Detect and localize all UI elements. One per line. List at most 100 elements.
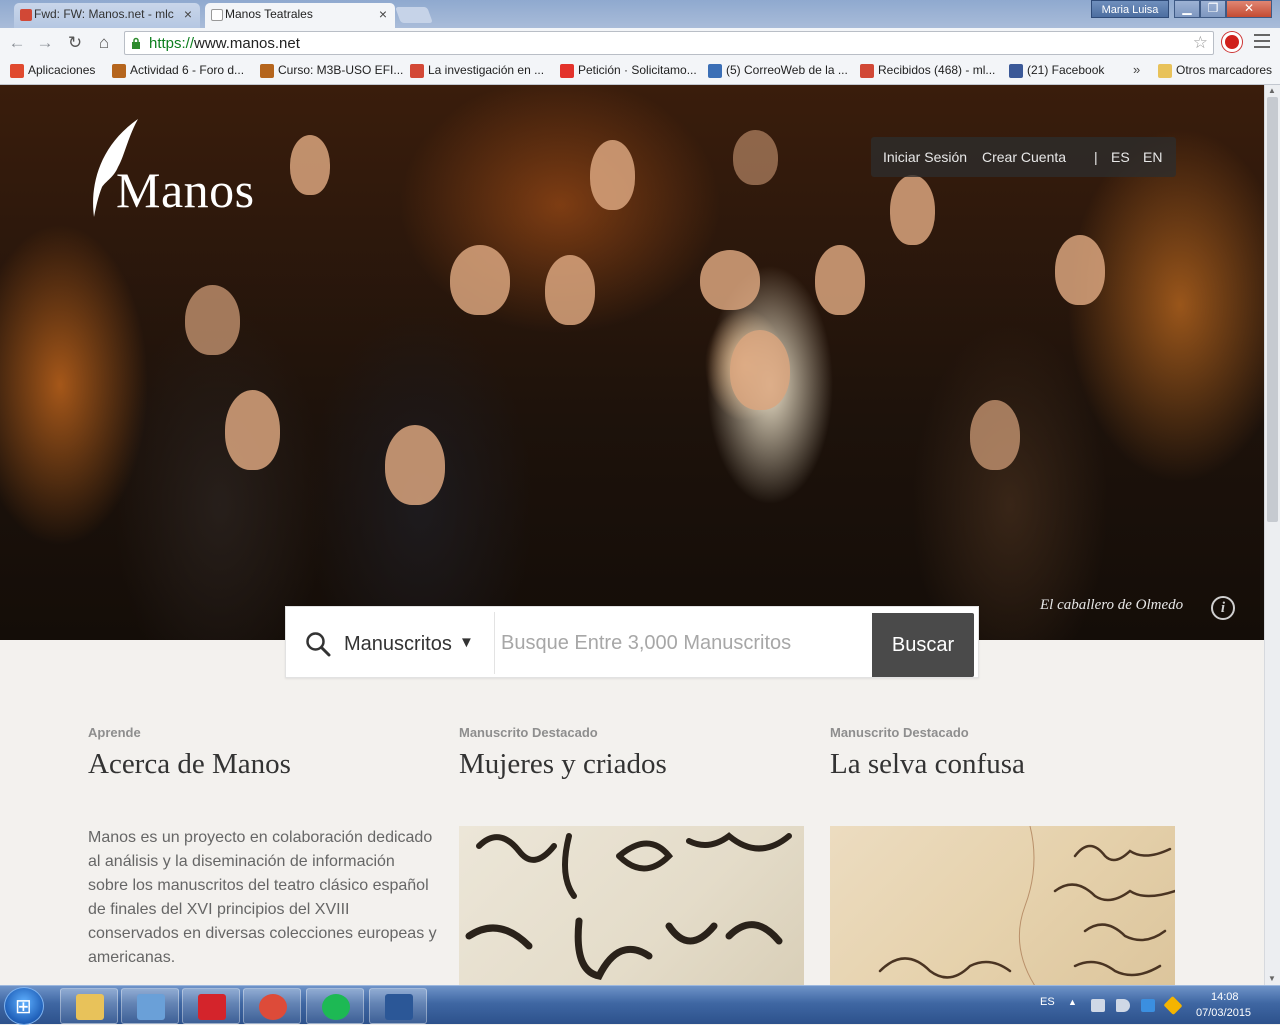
page-scrollbar[interactable]: ▲ ▼ [1264, 85, 1280, 985]
hero-image: Manos Iniciar Sesión Crear Cuenta | ES E… [0, 85, 1264, 640]
lock-icon [132, 37, 140, 49]
minimize-button[interactable]: ▁ [1174, 0, 1200, 18]
taskbar-app[interactable] [121, 988, 179, 1024]
category-label: Manuscritos [344, 633, 452, 655]
taskbar-app[interactable] [182, 988, 240, 1024]
scroll-down-icon[interactable]: ▼ [1268, 974, 1276, 983]
lang-es-link[interactable]: ES [1111, 149, 1130, 165]
about-text: Manos es un proyecto en colaboración ded… [88, 829, 437, 966]
maximize-button[interactable]: ❐ [1200, 0, 1226, 18]
network-icon[interactable] [1091, 999, 1105, 1012]
profile-button[interactable]: Maria Luisa [1091, 0, 1169, 18]
section-kicker: Aprende [88, 725, 141, 740]
login-link[interactable]: Iniciar Sesión [883, 149, 967, 165]
bookmark-item[interactable]: (5) CorreoWeb de la ... [706, 63, 848, 81]
info-icon[interactable]: i [1211, 596, 1235, 620]
taskbar-app[interactable] [306, 988, 364, 1024]
bookmark-label: La investigación en ... [428, 63, 545, 77]
extension-icon[interactable] [1222, 32, 1242, 52]
bookmark-item[interactable]: Aplicaciones [8, 63, 95, 81]
section-title[interactable]: Acerca de Manos [88, 748, 433, 781]
word-icon [385, 994, 413, 1020]
facebook-icon [1009, 64, 1023, 78]
other-bookmarks-folder[interactable]: Otros marcadores [1156, 63, 1272, 81]
url-text: https://www.manos.net [149, 35, 300, 52]
spotify-icon [322, 994, 350, 1020]
google-plus-icon [410, 64, 424, 78]
forward-icon[interactable]: → [34, 32, 56, 54]
section-kicker: Manuscrito Destacado [830, 725, 969, 740]
close-window-button[interactable]: ✕ [1226, 0, 1272, 18]
featured-manuscript-1: Manuscrito Destacado Mujeres y criados [459, 725, 804, 781]
search-button[interactable]: Buscar [872, 613, 974, 677]
browser-chrome: Fwd: FW: Manos.net - mlc × Manos Teatral… [0, 0, 1280, 85]
moodle-icon [260, 64, 274, 78]
search-input[interactable] [501, 619, 861, 667]
taskbar-app[interactable] [60, 988, 118, 1024]
search-icon [306, 632, 331, 657]
close-tab-icon[interactable]: × [184, 6, 192, 22]
signup-link[interactable]: Crear Cuenta [982, 149, 1066, 165]
reload-icon[interactable]: ↻ [64, 32, 86, 54]
lang-en-link[interactable]: EN [1143, 149, 1162, 165]
logo-text: Manos [116, 162, 255, 218]
tab-manos[interactable]: Manos Teatrales × [205, 3, 395, 28]
taskbar-app[interactable] [243, 988, 301, 1024]
bookmarks-overflow-button[interactable]: » [1133, 62, 1140, 77]
dropbox-icon[interactable] [1141, 999, 1155, 1012]
bookmark-item[interactable]: Petición · Solicitamo... [558, 63, 697, 81]
web-page: Manos Iniciar Sesión Crear Cuenta | ES E… [0, 85, 1264, 985]
section-title[interactable]: La selva confusa [830, 748, 1175, 781]
tab-title: Manos Teatrales [225, 7, 313, 21]
bookmark-item[interactable]: La investigación en ... [408, 63, 544, 81]
apps-grid-icon [10, 64, 24, 78]
bookmark-item[interactable]: (21) Facebook [1007, 63, 1104, 81]
clock-time[interactable]: 14:08 [1211, 991, 1239, 1003]
acrobat-reader-icon [198, 994, 226, 1020]
google-drive-icon[interactable] [1163, 995, 1183, 1016]
volume-icon[interactable] [1116, 999, 1130, 1012]
gmail-icon [860, 64, 874, 78]
bookmark-label: (21) Facebook [1027, 63, 1105, 77]
close-tab-icon[interactable]: × [379, 6, 387, 22]
home-icon[interactable]: ⌂ [93, 32, 115, 54]
tray-expand-icon[interactable]: ▲ [1068, 997, 1077, 1007]
bookmark-label: Otros marcadores [1176, 63, 1273, 77]
address-bar[interactable]: https://www.manos.net ☆ [124, 31, 1214, 55]
mail-icon [708, 64, 722, 78]
section-kicker: Manuscrito Destacado [459, 725, 598, 740]
page-icon [211, 9, 223, 21]
bookmark-star-icon[interactable]: ☆ [1193, 33, 1208, 53]
manuscript-image[interactable] [459, 826, 804, 985]
separator: | [1094, 149, 1098, 165]
bookmark-label: Aplicaciones [28, 63, 96, 77]
bookmark-label: Curso: M3B-USO EFI... [278, 63, 404, 77]
section-title[interactable]: Mujeres y criados [459, 748, 804, 781]
gmail-icon [20, 9, 32, 21]
language-indicator[interactable]: ES [1040, 996, 1055, 1008]
chevron-down-icon: ▼ [459, 634, 474, 651]
clock-date[interactable]: 07/03/2015 [1196, 1007, 1251, 1019]
taskbar-app[interactable] [369, 988, 427, 1024]
new-tab-button[interactable] [395, 7, 433, 23]
manuscript-image[interactable] [830, 826, 1175, 985]
bookmark-item[interactable]: Actividad 6 - Foro d... [110, 63, 244, 81]
scroll-thumb[interactable] [1267, 97, 1278, 522]
bookmark-label: Petición · Solicitamo... [578, 63, 697, 77]
image-viewer-icon [137, 994, 165, 1020]
folder-icon [1158, 64, 1172, 78]
about-section: Aprende Acerca de Manos [88, 725, 433, 781]
scroll-up-icon[interactable]: ▲ [1268, 86, 1276, 95]
moodle-icon [112, 64, 126, 78]
chrome-icon [259, 994, 287, 1020]
bookmark-label: (5) CorreoWeb de la ... [726, 63, 848, 77]
tab-strip: Fwd: FW: Manos.net - mlc × Manos Teatral… [0, 0, 1280, 28]
menu-icon[interactable] [1254, 34, 1270, 52]
back-icon[interactable]: ← [6, 32, 28, 54]
change-org-icon [560, 64, 574, 78]
tab-gmail[interactable]: Fwd: FW: Manos.net - mlc × [14, 3, 200, 28]
start-button[interactable] [4, 987, 44, 1025]
bookmark-item[interactable]: Curso: M3B-USO EFI... [258, 63, 403, 81]
category-select[interactable]: Manuscritos ▼ [291, 612, 495, 674]
bookmark-item[interactable]: Recibidos (468) - ml... [858, 63, 995, 81]
